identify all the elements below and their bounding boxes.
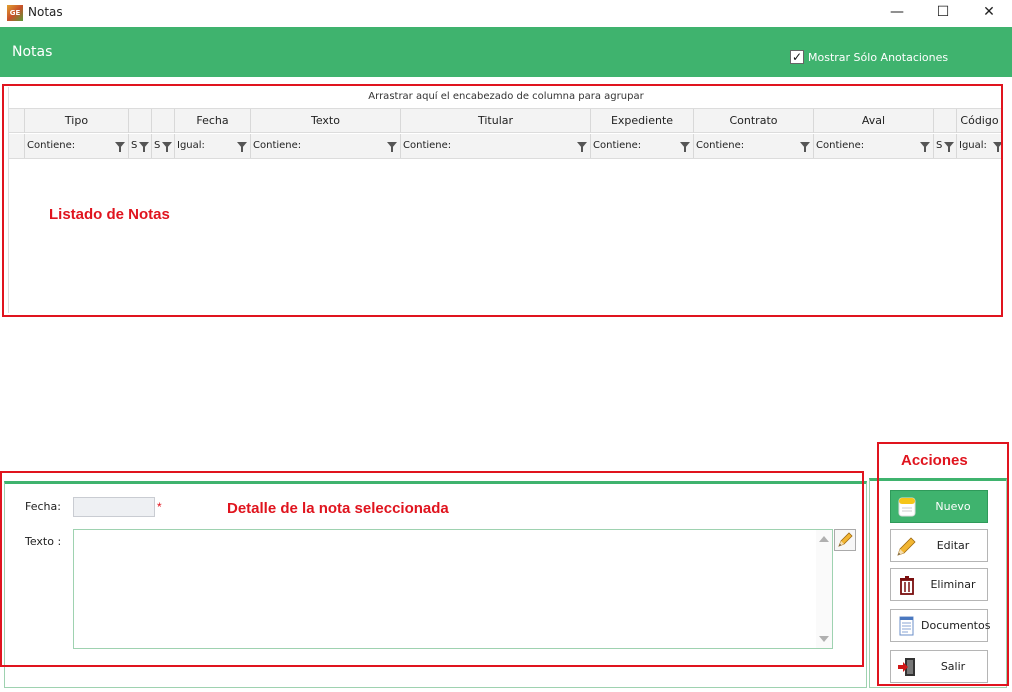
salir-label: Salir — [940, 660, 966, 673]
nuevo-label: Nuevo — [935, 500, 971, 513]
page-header: Notas ✓ Mostrar Sólo Anotaciones — [0, 27, 1012, 77]
document-icon — [899, 616, 914, 636]
new-note-icon — [898, 497, 916, 517]
listado-annotation-label: Listado de Notas — [49, 206, 170, 223]
acciones-annotation-label: Acciones — [901, 452, 968, 469]
documentos-label: Documentos — [921, 619, 991, 632]
trash-icon — [900, 576, 914, 595]
exit-door-icon — [898, 658, 915, 676]
editar-label: Editar — [936, 539, 970, 552]
mostrar-solo-anotaciones-checkbox[interactable]: ✓ — [790, 50, 804, 64]
eliminar-label: Eliminar — [930, 578, 976, 591]
app-icon: GE — [7, 5, 23, 21]
documentos-button[interactable]: Documentos — [890, 609, 991, 642]
pencil-icon — [897, 537, 916, 556]
window-title: Notas — [28, 5, 63, 19]
salir-button[interactable]: Salir — [890, 650, 988, 683]
minimize-button[interactable]: — — [874, 0, 920, 26]
page-title: Notas — [12, 44, 53, 60]
close-button[interactable]: ✕ — [966, 0, 1012, 26]
mostrar-solo-anotaciones-label[interactable]: Mostrar Sólo Anotaciones — [808, 51, 948, 64]
eliminar-button[interactable]: Eliminar — [890, 568, 988, 601]
nuevo-button[interactable]: Nuevo — [890, 490, 988, 523]
editar-button[interactable]: Editar — [890, 529, 988, 562]
detalle-annotation-label: Detalle de la nota seleccionada — [227, 500, 449, 517]
listado-annotation-box — [2, 84, 1003, 317]
maximize-button[interactable]: ☐ — [920, 0, 966, 26]
window-titlebar: GE Notas — ☐ ✕ — [0, 0, 1012, 26]
